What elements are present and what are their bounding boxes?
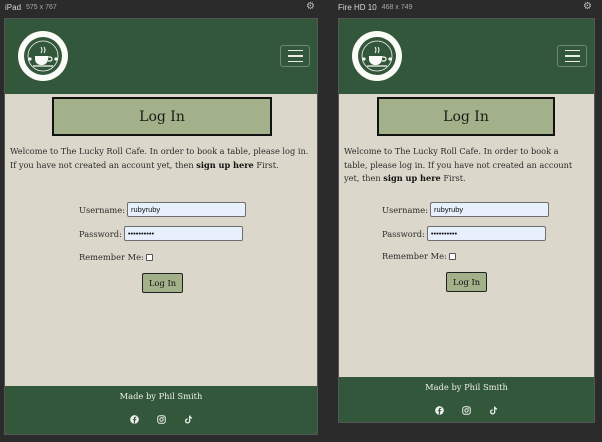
footer: Made by Phil Smith <box>5 386 317 434</box>
footer-credit: Made by Phil Smith <box>425 382 508 392</box>
username-row: Username: <box>79 202 246 217</box>
username-input[interactable] <box>127 202 246 217</box>
hamburger-icon <box>564 49 580 52</box>
sign-up-link[interactable]: sign up here <box>383 173 440 183</box>
footer: Made by Phil Smith <box>339 377 594 422</box>
sign-up-link[interactable]: sign up here <box>196 160 253 170</box>
facebook-icon[interactable] <box>129 414 139 424</box>
username-label: Username: <box>382 204 428 215</box>
navbar <box>339 19 594 94</box>
gear-icon[interactable]: ⚙ <box>582 1 593 12</box>
device-label-ipad: iPad 575 x 767 <box>5 1 57 13</box>
device-viewport-ipad: Log In Welcome to The Lucky Roll Cafe. I… <box>4 18 318 435</box>
cafe-cup-logo-icon <box>24 37 62 75</box>
hamburger-menu-button[interactable] <box>280 45 310 67</box>
device-viewport-fire: Log In Welcome to The Lucky Roll Cafe. I… <box>338 18 595 423</box>
password-row: Password: <box>382 226 546 241</box>
page-title: Log In <box>377 97 555 136</box>
cafe-logo[interactable] <box>352 31 402 81</box>
hamburger-menu-button[interactable] <box>557 45 587 67</box>
footer-credit: Made by Phil Smith <box>119 391 203 401</box>
device-name: iPad <box>5 2 22 12</box>
cafe-cup-logo-icon <box>358 37 396 75</box>
navbar <box>5 19 317 94</box>
remember-label: Remember Me: <box>382 251 447 261</box>
intro-text: Welcome to The Lucky Roll Cafe. In order… <box>10 146 309 170</box>
username-label: Username: <box>79 204 125 215</box>
tiktok-icon[interactable] <box>489 405 499 415</box>
remember-row: Remember Me: <box>382 251 456 261</box>
password-label: Password: <box>382 228 425 239</box>
hamburger-icon <box>287 49 303 52</box>
instagram-icon[interactable] <box>462 405 472 415</box>
device-name: Fire HD 10 <box>338 2 377 12</box>
remember-checkbox[interactable] <box>448 252 456 260</box>
password-input[interactable] <box>426 226 546 241</box>
remember-checkbox[interactable] <box>145 253 153 261</box>
remember-row: Remember Me: <box>79 252 153 262</box>
device-label-fire: Fire HD 10 468 x 749 <box>338 1 412 13</box>
login-button[interactable]: Log In <box>142 273 184 293</box>
tiktok-icon[interactable] <box>183 414 193 424</box>
social-links <box>5 414 317 424</box>
password-row: Password: <box>79 226 243 241</box>
login-button[interactable]: Log In <box>446 272 488 292</box>
remember-label: Remember Me: <box>79 252 144 262</box>
device-dims: 575 x 767 <box>26 3 57 11</box>
social-links <box>339 405 594 415</box>
facebook-icon[interactable] <box>435 405 445 415</box>
username-row: Username: <box>382 202 549 217</box>
intro-text: Welcome to The Lucky Roll Cafe. In order… <box>344 146 573 183</box>
device-dims: 468 x 749 <box>381 3 413 11</box>
username-input[interactable] <box>430 202 549 217</box>
password-input[interactable] <box>123 226 243 241</box>
page-title: Log In <box>52 97 272 136</box>
cafe-logo[interactable] <box>18 31 68 81</box>
instagram-icon[interactable] <box>156 414 166 424</box>
password-label: Password: <box>79 228 122 239</box>
gear-icon[interactable]: ⚙ <box>305 1 316 12</box>
